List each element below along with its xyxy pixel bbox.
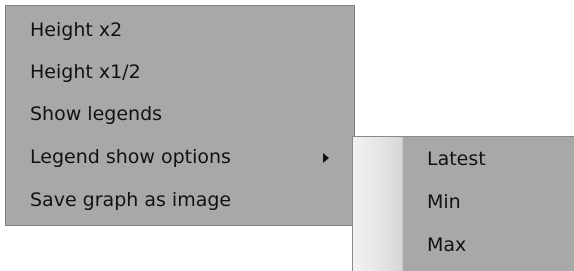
menu-item-label: Legend show options: [30, 146, 231, 168]
context-menu-stage: Height x2 Height x1/2 Show legends Legen…: [0, 0, 574, 271]
submenu-item-max[interactable]: Max: [353, 225, 574, 265]
menu-item-label: Height x1/2: [30, 61, 141, 83]
graph-context-menu: Height x2 Height x1/2 Show legends Legen…: [5, 5, 355, 226]
menu-item-legend-show-options[interactable]: Legend show options: [6, 137, 354, 177]
menu-item-label: Latest: [427, 148, 486, 170]
menu-item-label: Show legends: [30, 103, 163, 125]
menu-item-label: Height x2: [30, 19, 123, 41]
menu-item-label: Max: [427, 234, 467, 256]
submenu-item-latest[interactable]: Latest: [353, 139, 574, 179]
legend-options-submenu: Latest Min Max: [352, 136, 574, 271]
menu-item-label: Min: [427, 191, 461, 213]
chevron-right-icon: [323, 153, 329, 163]
menu-item-show-legends[interactable]: Show legends: [6, 94, 354, 134]
menu-item-label: Save graph as image: [30, 189, 232, 211]
menu-item-height-half[interactable]: Height x1/2: [6, 52, 354, 92]
menu-item-height-x2[interactable]: Height x2: [6, 10, 354, 50]
submenu-item-min[interactable]: Min: [353, 182, 574, 222]
menu-item-save-graph-as-image[interactable]: Save graph as image: [6, 180, 354, 220]
